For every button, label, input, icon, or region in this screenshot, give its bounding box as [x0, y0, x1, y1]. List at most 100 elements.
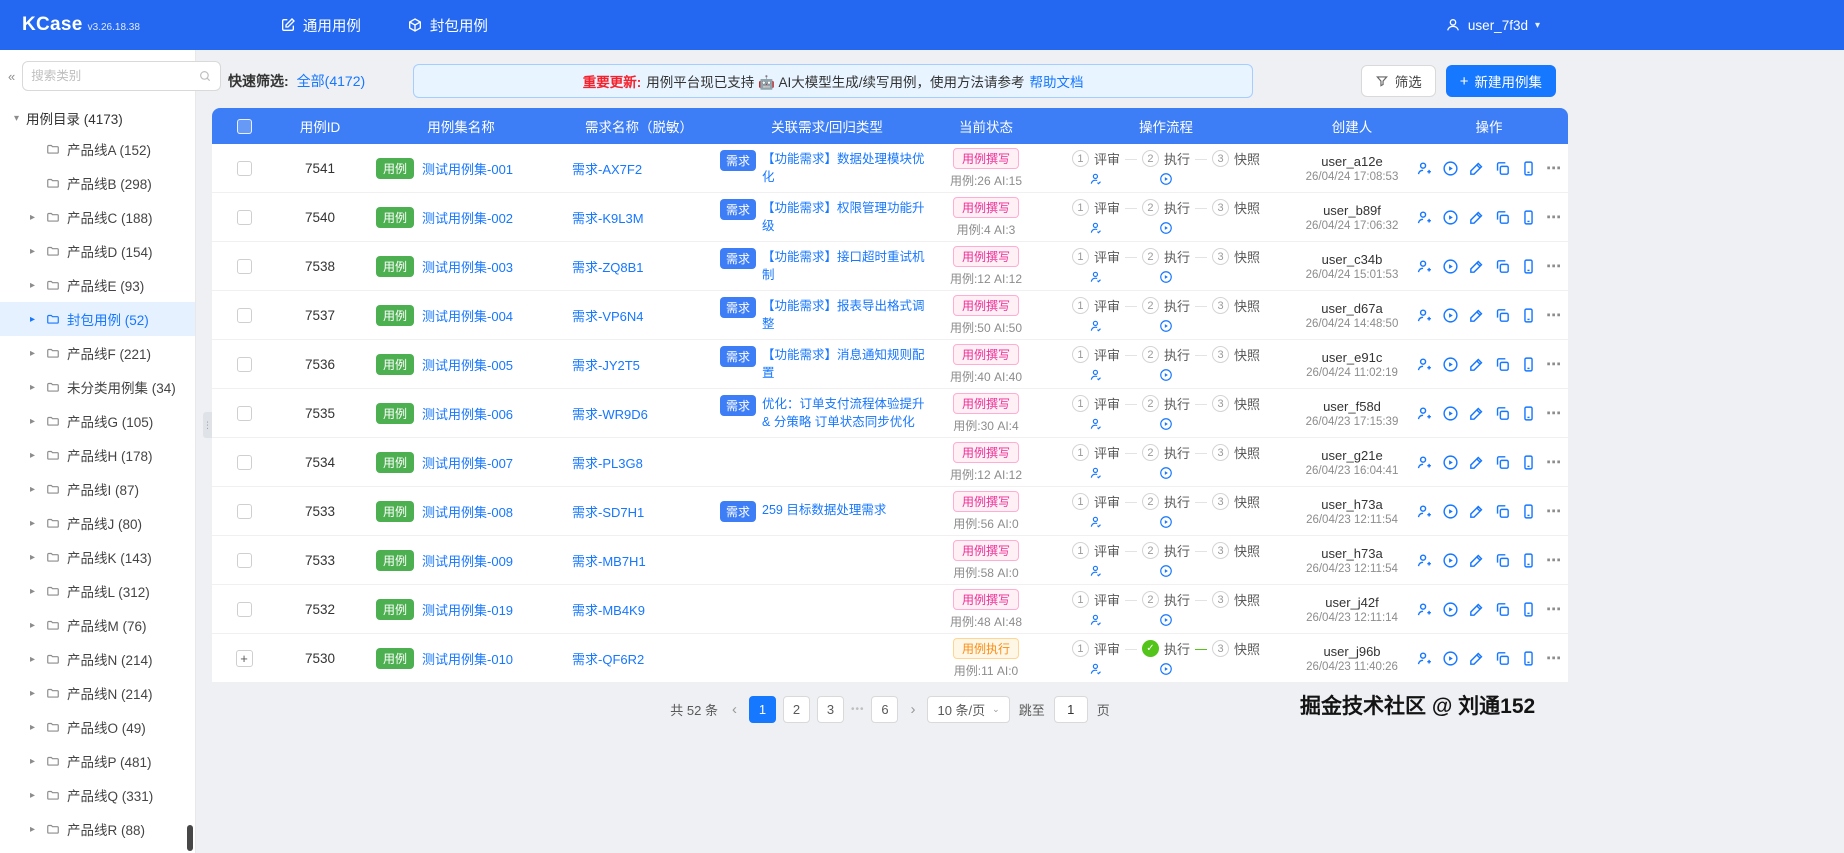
sidebar-tree-item[interactable]: ▸ 产品线K (143) — [0, 540, 195, 574]
copy-icon[interactable] — [1494, 601, 1511, 618]
assign-review-icon[interactable] — [1416, 307, 1433, 324]
case-set-name-link[interactable]: 测试用例集-007 — [422, 453, 513, 472]
sidebar-tree-item[interactable]: ▸ 产品线H (178) — [0, 438, 195, 472]
reviewer-icon[interactable] — [1089, 319, 1103, 335]
more-actions-icon[interactable]: ⋯ — [1546, 601, 1562, 618]
sidebar-tree-item[interactable]: 产品线B (298) — [0, 166, 195, 200]
row-checkbox[interactable] — [236, 405, 252, 421]
sidebar-tree-item[interactable]: ▸ 产品线R (88) — [0, 812, 195, 846]
row-checkbox[interactable] — [236, 454, 252, 470]
more-actions-icon[interactable]: ⋯ — [1546, 650, 1562, 667]
assign-review-icon[interactable] — [1416, 356, 1433, 373]
row-checkbox[interactable] — [236, 356, 252, 372]
reviewer-icon[interactable] — [1089, 417, 1103, 433]
execute-icon[interactable] — [1442, 552, 1459, 569]
reviewer-icon[interactable] — [1089, 221, 1103, 237]
page-size-select[interactable]: 10 条/页 ⌄ — [927, 696, 1010, 723]
edit-icon[interactable] — [1468, 405, 1485, 422]
sidebar-tree-item[interactable]: ▸ 产品线F (221) — [0, 336, 195, 370]
copy-icon[interactable] — [1494, 356, 1511, 373]
requirement-link[interactable]: 需求-PL3G8 — [572, 453, 643, 472]
select-all-checkbox[interactable] — [236, 118, 252, 134]
sidebar-tree-item[interactable]: ▸ 产品线J (80) — [0, 506, 195, 540]
related-requirement-text[interactable]: 259 目标数据处理需求 — [762, 501, 886, 519]
execute-icon[interactable] — [1442, 307, 1459, 324]
sidebar-tree-item[interactable]: ▸ 产品线I (87) — [0, 472, 195, 506]
case-set-name-link[interactable]: 测试用例集-009 — [422, 551, 513, 570]
row-checkbox[interactable] — [236, 503, 252, 519]
app-logo[interactable]: KCase v3.26.18.38 — [22, 14, 140, 36]
sidebar-tree-item[interactable]: ▸ 产品线Q (331) — [0, 778, 195, 812]
case-set-name-link[interactable]: 测试用例集-004 — [422, 306, 513, 325]
row-checkbox[interactable] — [236, 258, 252, 274]
reviewer-icon[interactable] — [1089, 466, 1103, 482]
execute-icon[interactable] — [1442, 454, 1459, 471]
nav-tab-packaged-cases[interactable]: 封包用例 — [407, 15, 488, 36]
execute-play-icon[interactable] — [1159, 319, 1173, 335]
execute-icon[interactable] — [1442, 405, 1459, 422]
case-set-name-link[interactable]: 测试用例集-003 — [422, 257, 513, 276]
sidebar-tree-item[interactable]: ▸ 产品线L (312) — [0, 574, 195, 608]
mobile-icon[interactable] — [1520, 552, 1537, 569]
sidebar-tree-item[interactable]: ▸ 产品线G (105) — [0, 404, 195, 438]
panel-drag-handle[interactable]: ⋮ — [203, 412, 212, 438]
more-actions-icon[interactable]: ⋯ — [1546, 454, 1562, 471]
more-actions-icon[interactable]: ⋯ — [1546, 209, 1562, 226]
case-set-name-link[interactable]: 测试用例集-010 — [422, 649, 513, 668]
related-requirement-text[interactable]: 【功能需求】数据处理模块优化 — [762, 150, 930, 186]
execute-play-icon[interactable] — [1159, 515, 1173, 531]
requirement-link[interactable]: 需求-QF6R2 — [572, 649, 644, 668]
reviewer-icon[interactable] — [1089, 270, 1103, 286]
sidebar-tree-item[interactable]: ▸ 产品线N (214) — [0, 642, 195, 676]
reviewer-icon[interactable] — [1089, 613, 1103, 629]
more-actions-icon[interactable]: ⋯ — [1546, 160, 1562, 177]
mobile-icon[interactable] — [1520, 258, 1537, 275]
row-checkbox[interactable] — [236, 307, 252, 323]
execute-play-icon[interactable] — [1159, 564, 1173, 580]
mobile-icon[interactable] — [1520, 454, 1537, 471]
category-search[interactable] — [22, 61, 222, 91]
requirement-link[interactable]: 需求-SD7H1 — [572, 502, 644, 521]
execute-play-icon[interactable] — [1159, 466, 1173, 482]
row-expand-button[interactable]: + — [235, 649, 253, 667]
reviewer-icon[interactable] — [1089, 564, 1103, 580]
pagination-ellipsis[interactable]: ••• — [851, 696, 865, 723]
user-menu[interactable]: user_7f3d ▾ — [1445, 17, 1540, 33]
case-set-name-link[interactable]: 测试用例集-006 — [422, 404, 513, 423]
sidebar-tree-item[interactable]: ▸ 产品线P (481) — [0, 744, 195, 778]
quick-filter-all-link[interactable]: 全部(4172) — [297, 71, 365, 91]
related-requirement-text[interactable]: 【功能需求】报表导出格式调整 — [762, 297, 930, 333]
execute-play-icon[interactable] — [1159, 368, 1173, 384]
mobile-icon[interactable] — [1520, 503, 1537, 520]
case-set-name-link[interactable]: 测试用例集-005 — [422, 355, 513, 374]
sidebar-tree-item[interactable]: 产品线A (152) — [0, 132, 195, 166]
more-actions-icon[interactable]: ⋯ — [1546, 503, 1562, 520]
assign-review-icon[interactable] — [1416, 503, 1433, 520]
mobile-icon[interactable] — [1520, 650, 1537, 667]
pagination-prev[interactable]: ‹ — [729, 701, 740, 718]
edit-icon[interactable] — [1468, 258, 1485, 275]
requirement-link[interactable]: 需求-WR9D6 — [572, 404, 648, 423]
tree-root[interactable]: ▾ 用例目录 (4173) — [0, 100, 195, 132]
pagination-page-2[interactable]: 2 — [782, 696, 810, 723]
row-checkbox[interactable] — [236, 601, 252, 617]
new-case-set-button[interactable]: + 新建用例集 — [1445, 65, 1556, 97]
mobile-icon[interactable] — [1520, 601, 1537, 618]
case-set-name-link[interactable]: 测试用例集-002 — [422, 208, 513, 227]
assign-review-icon[interactable] — [1416, 160, 1433, 177]
requirement-link[interactable]: 需求-K9L3M — [572, 208, 644, 227]
row-checkbox[interactable] — [236, 160, 252, 176]
more-actions-icon[interactable]: ⋯ — [1546, 405, 1562, 422]
copy-icon[interactable] — [1494, 405, 1511, 422]
assign-review-icon[interactable] — [1416, 650, 1433, 667]
sidebar-tree-item[interactable]: ▸ 产品线O (49) — [0, 710, 195, 744]
assign-review-icon[interactable] — [1416, 454, 1433, 471]
execute-play-icon[interactable] — [1159, 417, 1173, 433]
case-set-name-link[interactable]: 测试用例集-001 — [422, 159, 513, 178]
pagination-next[interactable]: › — [907, 701, 918, 718]
execute-play-icon[interactable] — [1159, 172, 1173, 188]
pagination-page-6[interactable]: 6 — [871, 696, 899, 723]
copy-icon[interactable] — [1494, 160, 1511, 177]
row-checkbox[interactable] — [236, 209, 252, 225]
execute-play-icon[interactable] — [1159, 613, 1173, 629]
